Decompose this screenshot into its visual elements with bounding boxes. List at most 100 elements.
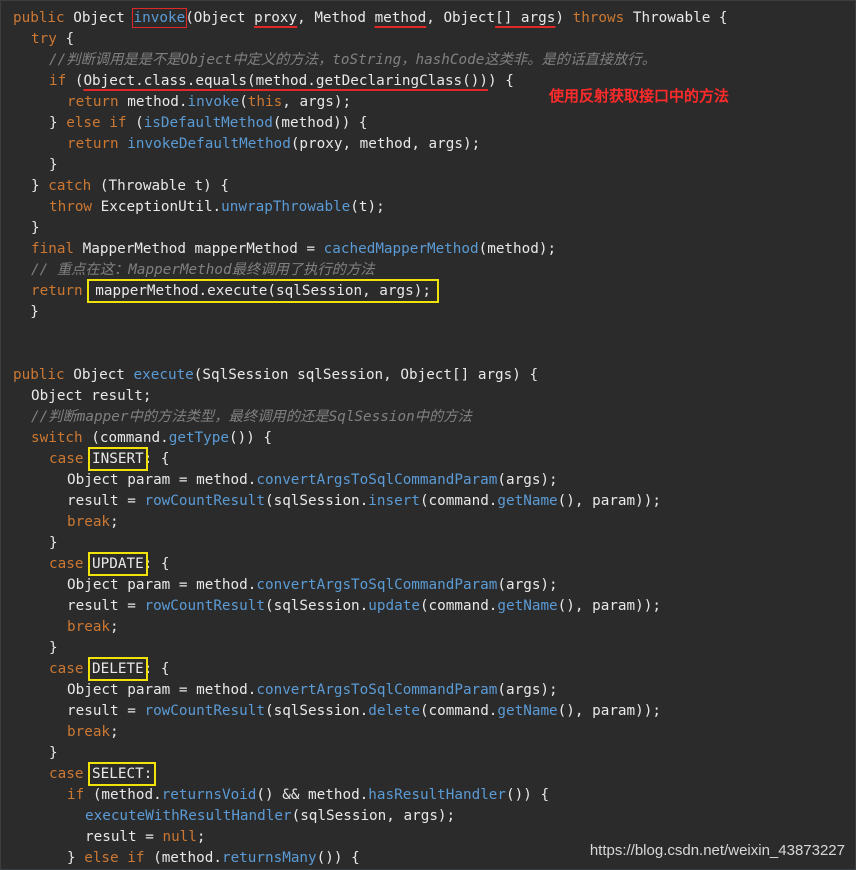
code-token: Object.class.equals(method.getDeclaringC… — [83, 73, 488, 89]
code-token: (args); — [497, 472, 558, 488]
code-listing: public Object invoke (Object proxy, Metho… — [13, 8, 855, 869]
code-token: getName — [497, 493, 558, 509]
code-token: getType — [168, 430, 229, 446]
code-line: final MapperMethod mapperMethod = cached… — [13, 239, 855, 260]
code-token: (sqlSession. — [264, 598, 369, 614]
code-token: try — [31, 31, 66, 47]
code-token: } — [67, 850, 85, 866]
code-line: } — [13, 533, 855, 554]
code-token: break — [67, 514, 111, 530]
code-token: ( — [135, 115, 144, 131]
code-token: break — [67, 619, 111, 635]
code-token: public — [13, 10, 74, 26]
code-line: Object param = method.convertArgsToSqlCo… — [13, 470, 855, 491]
code-line: if (method.returnsVoid() && method.hasRe… — [13, 785, 855, 806]
code-token: (method. — [153, 850, 222, 866]
code-token: executeWithResultHandler — [85, 808, 292, 824]
code-token: Throwable { — [632, 10, 728, 26]
code-line: public Object invoke(Object proxy, Metho… — [13, 8, 855, 29]
code-line: Object param = method.convertArgsToSqlCo… — [13, 575, 855, 596]
code-token: proxy — [254, 10, 298, 26]
code-line: return invokeDefaultMethod(proxy, method… — [13, 134, 855, 155]
code-token: rowCountResult — [144, 493, 265, 509]
code-line: case SELECT: — [13, 762, 855, 786]
code-line: // 重点在这：MapperMethod最终调用了执行的方法 — [13, 260, 855, 281]
code-token: this — [247, 94, 283, 110]
code-token: Object — [73, 367, 134, 383]
annotation-label: 使用反射获取接口中的方法 — [549, 87, 730, 105]
code-token: INSERT — [88, 447, 148, 471]
code-token: , args); — [282, 94, 352, 110]
code-token: invokeDefaultMethod — [127, 136, 291, 152]
code-token: [] args — [495, 10, 556, 26]
code-token: break — [67, 724, 111, 740]
code-token: execute — [133, 367, 194, 383]
code-token: rowCountResult — [144, 703, 265, 719]
code-token: invoke — [187, 94, 240, 110]
code-token: Object param = method. — [67, 682, 257, 698]
code-token: ()) { — [229, 430, 273, 446]
code-token: return — [67, 94, 128, 110]
code-token: } — [31, 220, 40, 236]
code-token: (proxy, method, args); — [290, 136, 481, 152]
code-line: break; — [13, 722, 855, 743]
code-line: } catch (Throwable t) { — [13, 176, 855, 197]
code-token: convertArgsToSqlCommandParam — [256, 682, 498, 698]
code-token: : { — [143, 556, 170, 572]
code-token: case — [49, 766, 93, 782]
code-token: (sqlSession, args); — [291, 808, 456, 824]
code-token: , Object — [426, 10, 496, 26]
code-token: (), param)); — [557, 493, 661, 509]
code-token: getName — [497, 598, 558, 614]
code-token: result = — [67, 598, 145, 614]
code-token: (Object — [185, 10, 255, 26]
code-token: ; — [196, 829, 206, 845]
code-token: } — [49, 535, 58, 551]
code-token: (method. — [92, 787, 162, 803]
code-line: //判断mapper中的方法类型，最终调用的还是SqlSession中的方法 — [13, 407, 855, 428]
code-token: ()) { — [506, 787, 550, 803]
code-line: break; — [13, 617, 855, 638]
code-token: : { — [143, 451, 170, 467]
code-token: convertArgsToSqlCommandParam — [256, 472, 498, 488]
code-token: , Method — [297, 10, 375, 26]
code-token: ; — [110, 724, 119, 740]
code-token: (args); — [497, 577, 558, 593]
code-line: switch (command.getType()) { — [13, 428, 855, 449]
code-token: //判断调用是是不是Object中定义的方法，toString，hashCode… — [49, 52, 656, 68]
code-token: if — [49, 73, 75, 89]
code-line: case INSERT: { — [13, 447, 855, 471]
code-line: throw ExceptionUtil.unwrapThrowable(t); — [13, 197, 855, 218]
code-token: hasResultHandler — [368, 787, 507, 803]
code-token: } — [31, 178, 49, 194]
code-line: } else if (isDefaultMethod(method)) { — [13, 113, 855, 134]
code-token: insert — [368, 493, 420, 509]
code-token: } — [49, 745, 58, 761]
code-token: // 重点在这：MapperMethod最终调用了执行的方法 — [31, 262, 375, 278]
code-token: if — [67, 787, 93, 803]
code-token: Object param = method. — [67, 577, 257, 593]
code-token: convertArgsToSqlCommandParam — [256, 577, 498, 593]
code-token: (), param)); — [557, 598, 661, 614]
code-token: //判断mapper中的方法类型，最终调用的还是SqlSession中的方法 — [31, 409, 472, 425]
code-token: unwrapThrowable — [221, 199, 351, 215]
code-token: returnsVoid — [161, 787, 257, 803]
code-line: } — [13, 155, 855, 176]
code-line: } — [13, 218, 855, 239]
code-token: throw — [49, 199, 101, 215]
code-token: (method)) { — [272, 115, 368, 131]
code-token: Object param = method. — [67, 472, 257, 488]
code-line: public Object execute(SqlSession sqlSess… — [13, 365, 855, 386]
code-token: method — [374, 10, 427, 26]
code-token: (SqlSession sqlSession, Object[] args) { — [193, 367, 539, 383]
code-token: method. — [127, 94, 188, 110]
code-token: isDefaultMethod — [143, 115, 273, 131]
code-line: result = rowCountResult(sqlSession.delet… — [13, 701, 855, 722]
code-token: DELETE — [88, 657, 148, 681]
code-token: else if — [84, 850, 154, 866]
code-token: (t); — [350, 199, 385, 215]
code-line: result = rowCountResult(sqlSession.updat… — [13, 596, 855, 617]
code-token: return — [67, 136, 128, 152]
